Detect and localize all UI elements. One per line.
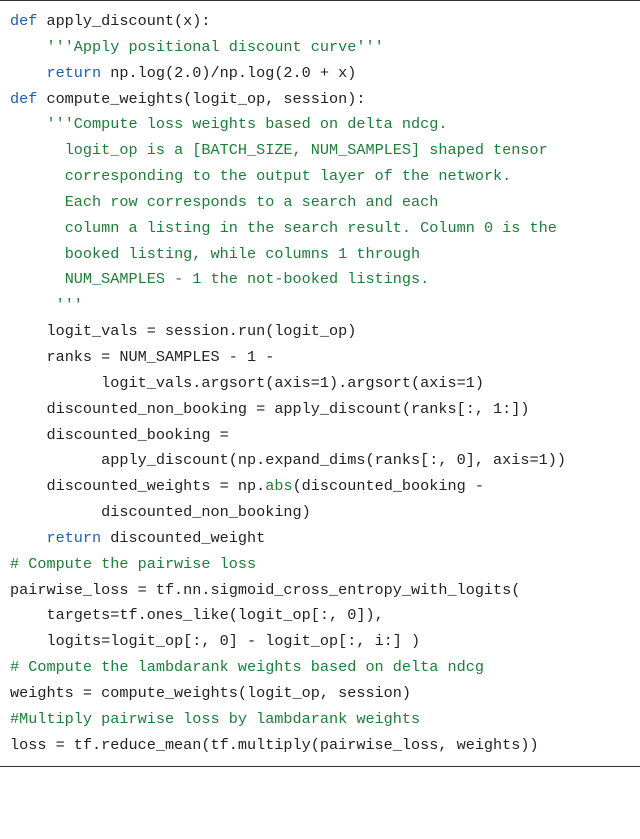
code-line: corresponding to the output layer of the… xyxy=(10,164,630,190)
code-token: return xyxy=(46,529,101,547)
code-token: Each row corresponds to a search and eac… xyxy=(46,193,438,211)
code-token: booked listing, while columns 1 through xyxy=(46,245,420,263)
code-line: '''Compute loss weights based on delta n… xyxy=(10,112,630,138)
code-token: apply_discount(np.expand_dims(ranks[:, 0… xyxy=(83,451,566,469)
code-token: '''Apply positional discount curve''' xyxy=(46,38,383,56)
code-token: loss = tf.reduce_mean(tf.multiply(pairwi… xyxy=(10,736,539,754)
code-line: targets=tf.ones_like(logit_op[:, 0]), xyxy=(10,603,630,629)
code-line: loss = tf.reduce_mean(tf.multiply(pairwi… xyxy=(10,733,630,759)
code-token: discounted_weight xyxy=(101,529,265,547)
code-token: logit_op is a [BATCH_SIZE, NUM_SAMPLES] … xyxy=(46,141,547,159)
code-token: pairwise_loss = tf.nn.sigmoid_cross_entr… xyxy=(10,581,520,599)
code-block: def apply_discount(x): '''Apply position… xyxy=(0,0,640,767)
code-line: column a listing in the search result. C… xyxy=(10,216,630,242)
code-token: logit_vals = session.run(logit_op) xyxy=(46,322,356,340)
code-token: #Multiply pairwise loss by lambdarank we… xyxy=(10,710,420,728)
code-line: discounted_non_booking = apply_discount(… xyxy=(10,397,630,423)
code-line: # Compute the pairwise loss xyxy=(10,552,630,578)
code-token: column a listing in the search result. C… xyxy=(46,219,556,237)
code-token: ''' xyxy=(46,296,82,314)
code-token: def xyxy=(10,90,37,108)
code-token: logits=logit_op[:, 0] - logit_op[:, i:] … xyxy=(46,632,420,650)
code-line: def compute_weights(logit_op, session): xyxy=(10,87,630,113)
code-token: compute_weights(logit_op, session): xyxy=(37,90,365,108)
code-token: (discounted_booking - xyxy=(293,477,484,495)
code-token: discounted_weights = np. xyxy=(46,477,265,495)
code-line: logit_op is a [BATCH_SIZE, NUM_SAMPLES] … xyxy=(10,138,630,164)
code-line: discounted_booking = xyxy=(10,423,630,449)
code-line: ''' xyxy=(10,293,630,319)
code-line: return discounted_weight xyxy=(10,526,630,552)
code-line: NUM_SAMPLES - 1 the not-booked listings. xyxy=(10,267,630,293)
code-line: ranks = NUM_SAMPLES - 1 - xyxy=(10,345,630,371)
code-line: def apply_discount(x): xyxy=(10,9,630,35)
code-token: targets=tf.ones_like(logit_op[:, 0]), xyxy=(46,606,383,624)
code-token: discounted_booking = xyxy=(46,426,228,444)
code-token: def xyxy=(10,12,37,30)
code-token: discounted_non_booking) xyxy=(83,503,311,521)
code-token: corresponding to the output layer of the… xyxy=(46,167,511,185)
code-token: logit_vals.argsort(axis=1).argsort(axis=… xyxy=(83,374,484,392)
code-token: discounted_non_booking = apply_discount(… xyxy=(46,400,529,418)
code-line: logits=logit_op[:, 0] - logit_op[:, i:] … xyxy=(10,629,630,655)
code-token: apply_discount(x): xyxy=(37,12,210,30)
code-token: weights = compute_weights(logit_op, sess… xyxy=(10,684,411,702)
code-line: discounted_non_booking) xyxy=(10,500,630,526)
code-token: abs xyxy=(265,477,292,495)
code-token: NUM_SAMPLES - 1 the not-booked listings. xyxy=(46,270,429,288)
code-token: # Compute the pairwise loss xyxy=(10,555,256,573)
code-line: booked listing, while columns 1 through xyxy=(10,242,630,268)
code-token: '''Compute loss weights based on delta n… xyxy=(46,115,447,133)
code-line: apply_discount(np.expand_dims(ranks[:, 0… xyxy=(10,448,630,474)
code-line: #Multiply pairwise loss by lambdarank we… xyxy=(10,707,630,733)
code-line: pairwise_loss = tf.nn.sigmoid_cross_entr… xyxy=(10,578,630,604)
code-token: np.log(2.0)/np.log(2.0 + x) xyxy=(101,64,356,82)
code-line: Each row corresponds to a search and eac… xyxy=(10,190,630,216)
code-token: # Compute the lambdarank weights based o… xyxy=(10,658,484,676)
code-token: ranks = NUM_SAMPLES - 1 - xyxy=(46,348,274,366)
code-line: return np.log(2.0)/np.log(2.0 + x) xyxy=(10,61,630,87)
code-line: logit_vals.argsort(axis=1).argsort(axis=… xyxy=(10,371,630,397)
code-line: # Compute the lambdarank weights based o… xyxy=(10,655,630,681)
code-line: '''Apply positional discount curve''' xyxy=(10,35,630,61)
code-line: discounted_weights = np.abs(discounted_b… xyxy=(10,474,630,500)
code-line: logit_vals = session.run(logit_op) xyxy=(10,319,630,345)
code-token: return xyxy=(46,64,101,82)
code-line: weights = compute_weights(logit_op, sess… xyxy=(10,681,630,707)
